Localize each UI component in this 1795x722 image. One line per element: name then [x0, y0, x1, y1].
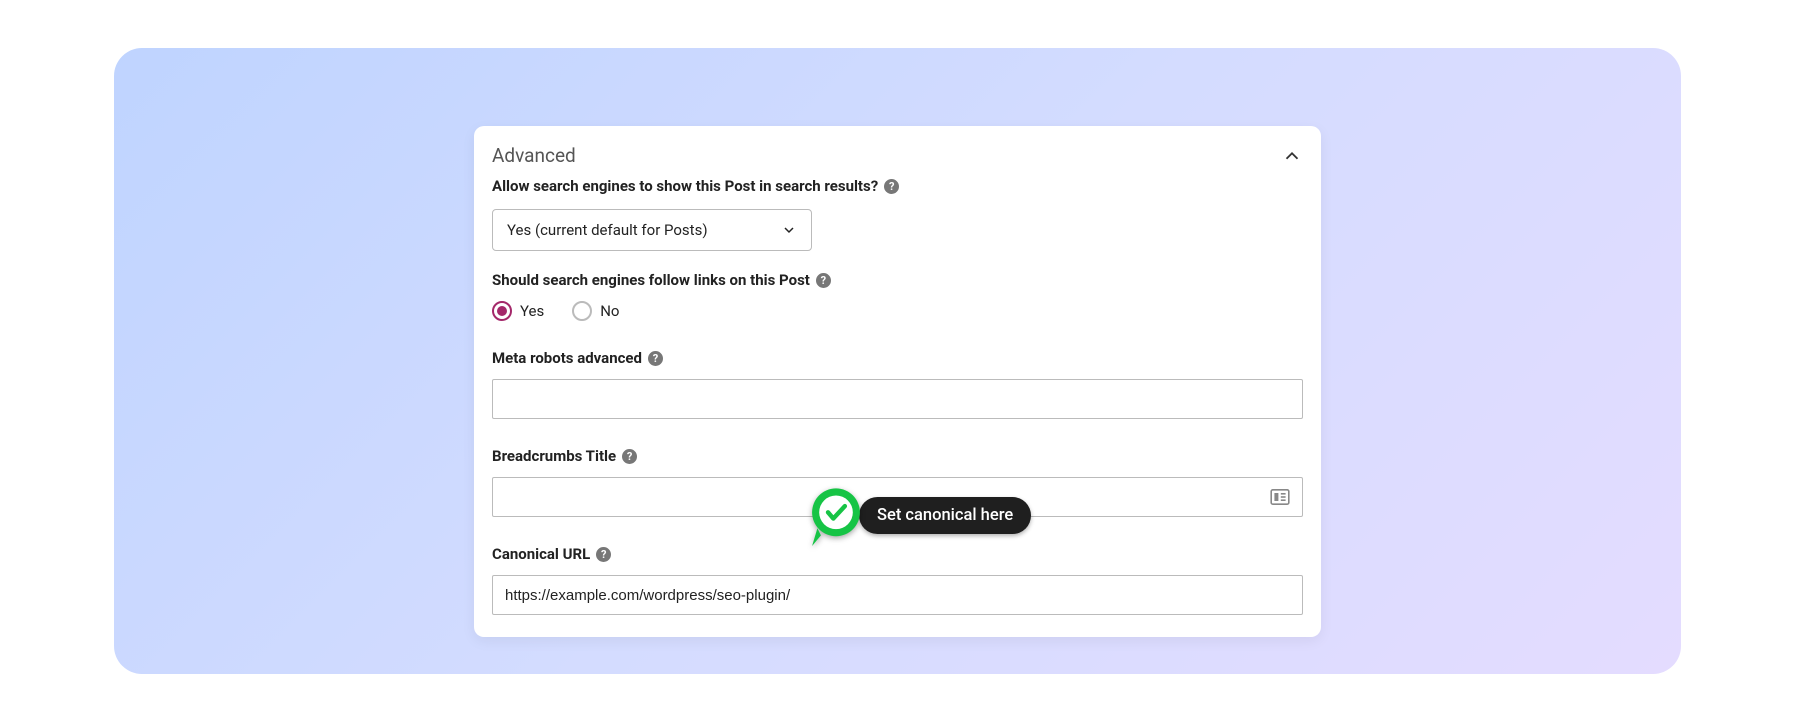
canonical-input-wrap: [492, 575, 1303, 615]
help-icon[interactable]: ?: [622, 449, 637, 464]
chevron-up-icon[interactable]: [1281, 145, 1303, 167]
chevron-down-icon: [781, 222, 797, 238]
help-icon[interactable]: ?: [816, 273, 831, 288]
meta-robots-label: Meta robots advanced: [492, 349, 642, 367]
breadcrumbs-label-row: Breadcrumbs Title ?: [492, 447, 1303, 465]
follow-links-label: Should search engines follow links on th…: [492, 271, 810, 289]
canonical-input[interactable]: [505, 576, 1290, 614]
follow-links-label-row: Should search engines follow links on th…: [492, 271, 1303, 289]
breadcrumbs-input[interactable]: [505, 478, 1270, 516]
breadcrumbs-label: Breadcrumbs Title: [492, 447, 616, 465]
meta-robots-label-row: Meta robots advanced ?: [492, 349, 1303, 367]
help-icon[interactable]: ?: [596, 547, 611, 562]
radio-icon: [492, 301, 512, 321]
background-frame: Advanced Allow search engines to show th…: [114, 48, 1681, 674]
help-icon[interactable]: ?: [884, 179, 899, 194]
follow-links-no[interactable]: No: [572, 301, 619, 321]
help-icon[interactable]: ?: [648, 351, 663, 366]
meta-robots-input-wrap: [492, 379, 1303, 419]
allow-search-label-row: Allow search engines to show this Post i…: [492, 177, 1303, 195]
canonical-label: Canonical URL: [492, 545, 590, 563]
allow-search-selected: Yes (current default for Posts): [507, 221, 708, 239]
follow-links-radio-group: Yes No: [492, 301, 1303, 321]
radio-icon: [572, 301, 592, 321]
allow-search-select[interactable]: Yes (current default for Posts): [492, 209, 812, 251]
meta-robots-input[interactable]: [505, 380, 1290, 418]
allow-search-label: Allow search engines to show this Post i…: [492, 177, 878, 195]
insert-variable-icon[interactable]: [1270, 489, 1290, 505]
panel-header: Advanced: [492, 144, 1303, 167]
follow-links-yes[interactable]: Yes: [492, 301, 544, 321]
breadcrumbs-input-wrap: [492, 477, 1303, 517]
canonical-label-row: Canonical URL ?: [492, 545, 1303, 563]
follow-links-no-label: No: [600, 302, 619, 320]
follow-links-yes-label: Yes: [520, 302, 544, 320]
advanced-panel: Advanced Allow search engines to show th…: [474, 126, 1321, 637]
panel-title: Advanced: [492, 144, 576, 167]
